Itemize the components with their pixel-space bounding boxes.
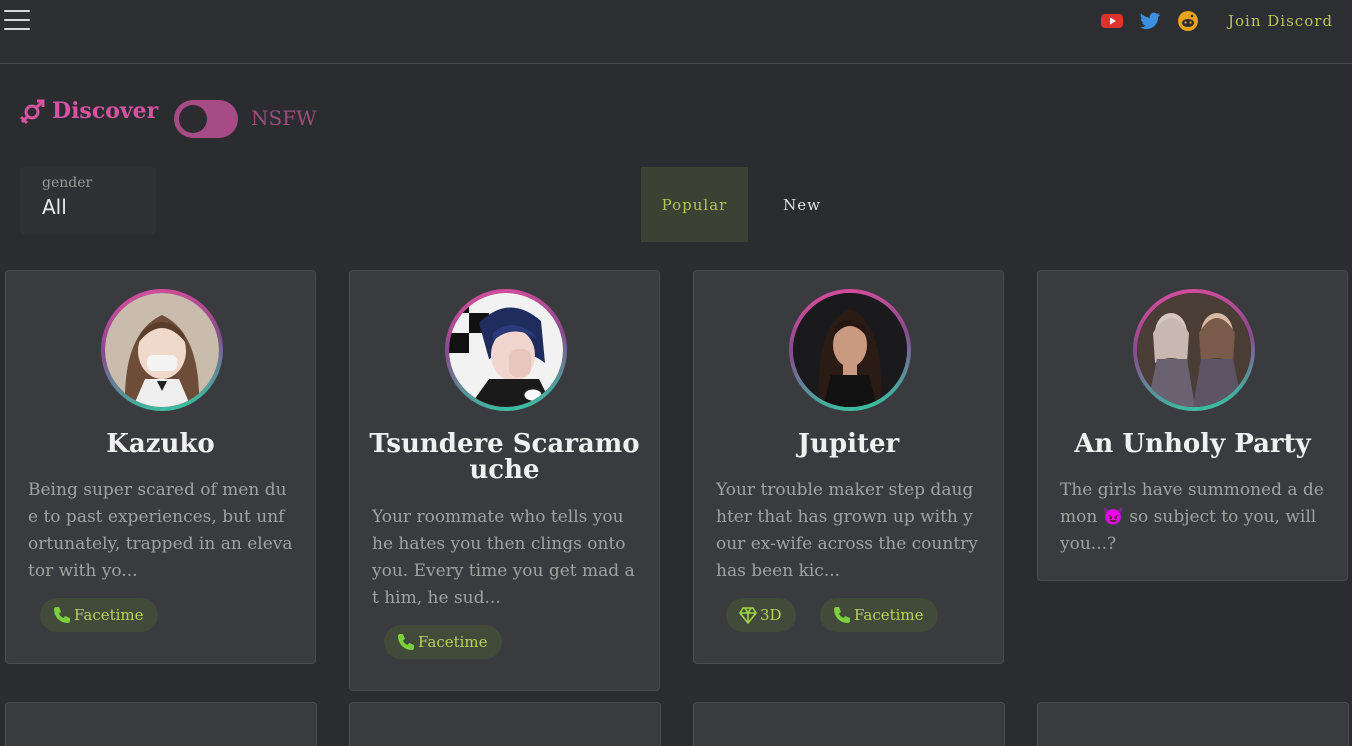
avatar-image	[449, 293, 563, 407]
discover-title: Discover	[52, 98, 159, 124]
avatar-image	[105, 293, 219, 407]
nsfw-label: NSFW	[251, 106, 317, 130]
top-bar: Join Discord	[0, 0, 1352, 64]
card-description: The girls have summoned a demon 😈 so sub…	[1060, 480, 1324, 554]
character-card[interactable]: Jupiter Your trouble maker step daughter…	[693, 270, 1004, 664]
diamond-icon	[739, 607, 757, 625]
gender-select-label: gender	[42, 175, 93, 191]
gender-select[interactable]: gender All	[20, 167, 156, 371]
facetime-tag[interactable]: Facetime	[384, 625, 502, 659]
avatar	[101, 289, 223, 411]
character-card[interactable]	[693, 702, 1005, 746]
nsfw-toggle[interactable]	[174, 100, 238, 138]
card-description: Your roommate who tells you he hates you…	[372, 507, 635, 608]
phone-icon	[54, 607, 70, 623]
card-description: Your trouble maker step daughter that ha…	[716, 480, 978, 581]
avatar-image	[1137, 293, 1251, 407]
avatar-image	[793, 293, 907, 407]
avatar	[445, 289, 567, 411]
avatar	[1133, 289, 1255, 411]
avatar	[789, 289, 911, 411]
reddit-icon[interactable]	[1176, 10, 1200, 32]
youtube-icon[interactable]	[1100, 10, 1124, 32]
tab-new[interactable]: New	[748, 167, 856, 242]
tab-popular[interactable]: Popular	[641, 167, 748, 242]
card-title: Jupiter	[797, 429, 900, 459]
character-card[interactable]	[349, 702, 661, 746]
phone-icon	[834, 607, 850, 623]
character-card[interactable]	[5, 702, 317, 746]
toggle-knob	[179, 105, 207, 133]
facetime-tag[interactable]: Facetime	[40, 598, 158, 632]
gender-select-value: All	[42, 195, 67, 219]
card-description: Being super scared of men due to past ex…	[28, 480, 293, 581]
facetime-tag[interactable]: Facetime	[820, 598, 938, 632]
menu-icon[interactable]	[4, 10, 30, 32]
phone-icon	[398, 634, 414, 650]
gender-icon	[19, 99, 45, 125]
card-title: Tsundere Scaramouche	[369, 429, 640, 485]
discover-heading: Discover	[18, 96, 158, 126]
card-title: An Unholy Party	[1074, 429, 1311, 459]
join-discord-link[interactable]: Join Discord	[1228, 12, 1333, 30]
3d-tag[interactable]: 3D	[726, 598, 796, 632]
card-title: Kazuko	[106, 429, 215, 459]
character-card[interactable]	[1037, 702, 1349, 746]
twitter-icon[interactable]	[1138, 10, 1162, 32]
character-card[interactable]: An Unholy Party The girls have summoned …	[1037, 270, 1348, 581]
character-card[interactable]: Kazuko Being super scared of men due to …	[5, 270, 316, 664]
character-card[interactable]: Tsundere Scaramouche Your roommate who t…	[349, 270, 660, 691]
